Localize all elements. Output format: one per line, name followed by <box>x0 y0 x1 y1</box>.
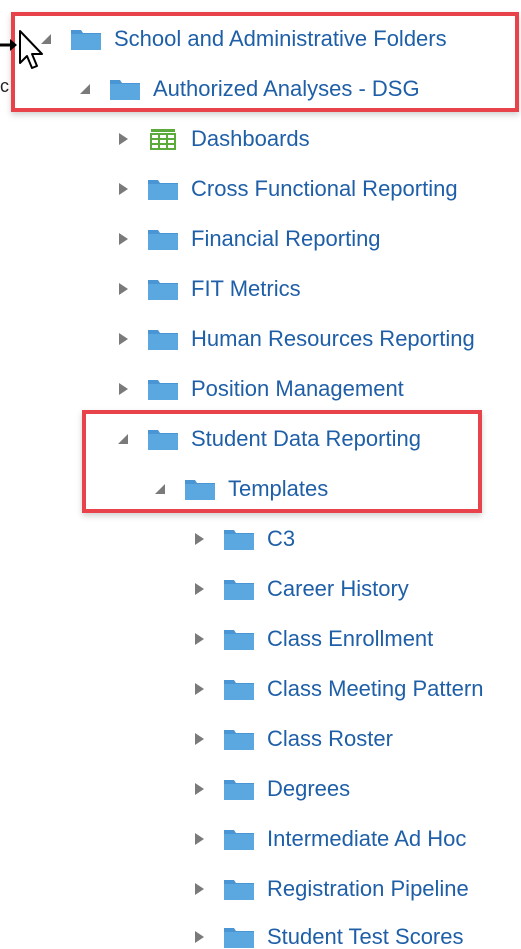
folder-icon <box>224 780 254 800</box>
tree-node-label: Templates <box>228 476 329 501</box>
tree-node-label: Position Management <box>191 376 404 401</box>
tree-node-label: Intermediate Ad Hoc <box>267 826 467 851</box>
tree-node-label: School and Administrative Folders <box>114 26 447 51</box>
collapsed-triangle-icon[interactable] <box>189 779 209 799</box>
tree-node-authorized-analyses[interactable]: Authorized Analyses - DSG <box>0 64 420 114</box>
collapsed-triangle-icon[interactable] <box>189 829 209 849</box>
tree-node-label: Student Data Reporting <box>191 426 421 451</box>
collapsed-triangle-icon[interactable] <box>113 379 133 399</box>
tree-node-intermediate-ad-hoc[interactable]: Intermediate Ad Hoc <box>0 814 466 864</box>
folder-icon <box>224 630 254 650</box>
expanded-triangle-icon[interactable] <box>36 29 56 49</box>
tree-node-degrees[interactable]: Degrees <box>0 764 350 814</box>
tree-node-cross-functional-reporting[interactable]: Cross Functional Reporting <box>0 164 458 214</box>
tree-node-class-roster[interactable]: Class Roster <box>0 714 393 764</box>
folder-icon <box>148 380 178 400</box>
collapsed-triangle-icon[interactable] <box>189 529 209 549</box>
tree-node-root[interactable]: School and Administrative Folders <box>0 14 447 64</box>
tree-node-fit-metrics[interactable]: FIT Metrics <box>0 264 301 314</box>
folder-icon <box>224 830 254 850</box>
tree-node-registration-pipeline[interactable]: Registration Pipeline <box>0 864 469 914</box>
tree-node-label: Degrees <box>267 776 351 801</box>
tree-node-class-enrollment[interactable]: Class Enrollment <box>0 614 433 664</box>
dashboard-icon <box>150 129 176 150</box>
folder-icon <box>148 430 178 450</box>
collapsed-triangle-icon[interactable] <box>189 729 209 749</box>
tree-node-label: Dashboards <box>191 126 310 151</box>
tree-node-c3[interactable]: C3 <box>0 514 295 564</box>
tree-node-financial-reporting[interactable]: Financial Reporting <box>0 214 381 264</box>
folder-icon <box>224 928 254 948</box>
collapsed-triangle-icon[interactable] <box>189 579 209 599</box>
tree-node-label: Cross Functional Reporting <box>191 176 458 201</box>
tree-node-human-resources-reporting[interactable]: Human Resources Reporting <box>0 314 475 364</box>
tree-node-label: Authorized Analyses - DSG <box>153 76 420 101</box>
tree-node-label: C3 <box>267 526 296 551</box>
collapsed-triangle-icon[interactable] <box>113 329 133 349</box>
tree-node-label: Student Test Scores <box>267 924 464 949</box>
collapsed-triangle-icon[interactable] <box>113 129 133 149</box>
collapsed-triangle-icon[interactable] <box>189 927 209 947</box>
expanded-triangle-icon[interactable] <box>113 429 133 449</box>
folder-icon <box>224 680 254 700</box>
tree-node-label: Registration Pipeline <box>267 876 469 901</box>
collapsed-triangle-icon[interactable] <box>189 879 209 899</box>
collapsed-triangle-icon[interactable] <box>189 679 209 699</box>
tree-node-position-management[interactable]: Position Management <box>0 364 404 414</box>
folder-icon <box>148 280 178 300</box>
folder-tree-panel: c School and Administrative Folders Auth… <box>0 0 521 949</box>
folder-icon <box>224 580 254 600</box>
tree-node-class-meeting-pattern[interactable]: Class Meeting Pattern <box>0 664 483 714</box>
tree-node-student-data-reporting[interactable]: Student Data Reporting <box>0 414 421 464</box>
folder-icon <box>110 80 140 100</box>
folder-icon <box>148 230 178 250</box>
tree-node-label: Class Enrollment <box>267 626 434 651</box>
tree-node-label: FIT Metrics <box>191 276 301 301</box>
tree-node-career-history[interactable]: Career History <box>0 564 409 614</box>
tree-node-label: Financial Reporting <box>191 226 381 251</box>
folder-icon <box>224 880 254 900</box>
collapsed-triangle-icon[interactable] <box>113 229 133 249</box>
tree-node-student-test-scores[interactable]: Student Test Scores <box>0 912 464 949</box>
folder-icon <box>148 180 178 200</box>
collapsed-triangle-icon[interactable] <box>189 629 209 649</box>
folder-icon <box>224 530 254 550</box>
collapsed-triangle-icon[interactable] <box>113 179 133 199</box>
expanded-triangle-icon[interactable] <box>75 79 95 99</box>
tree-node-label: Human Resources Reporting <box>191 326 475 351</box>
folder-icon <box>185 480 215 500</box>
expanded-triangle-icon[interactable] <box>150 479 170 499</box>
tree-node-label: Career History <box>267 576 409 601</box>
folder-icon <box>71 30 101 50</box>
tree-node-templates[interactable]: Templates <box>0 464 328 514</box>
folder-icon <box>148 330 178 350</box>
collapsed-triangle-icon[interactable] <box>113 279 133 299</box>
tree-node-dashboards[interactable]: Dashboards <box>0 114 310 164</box>
folder-icon <box>224 730 254 750</box>
tree-node-label: Class Meeting Pattern <box>267 676 484 701</box>
tree-node-label: Class Roster <box>267 726 393 751</box>
